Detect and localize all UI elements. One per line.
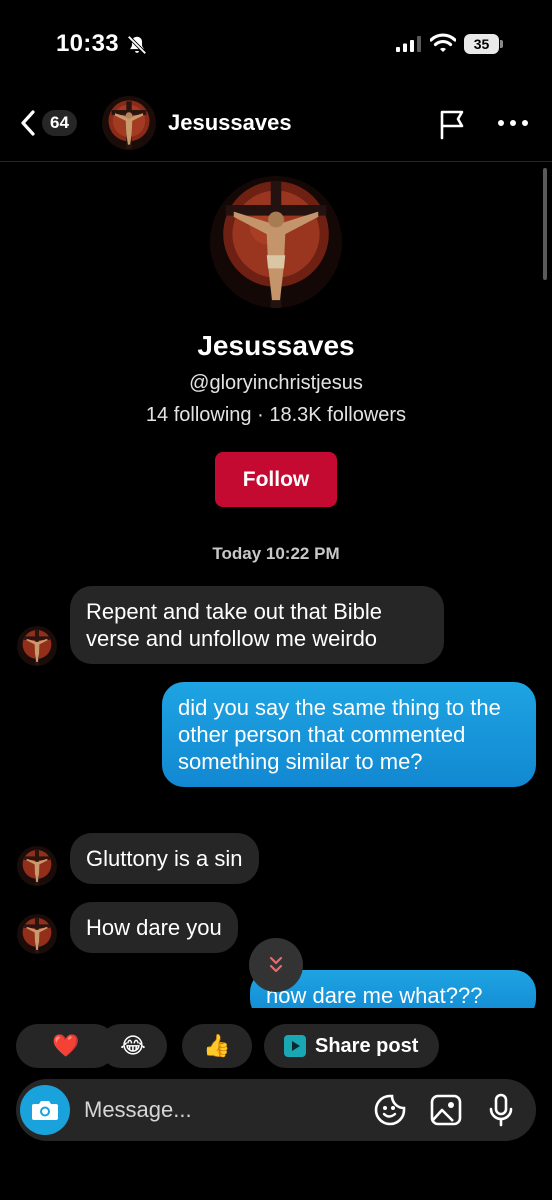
profile-avatar[interactable]: [210, 176, 342, 308]
unread-count-badge[interactable]: 64: [42, 110, 77, 136]
cellular-signal-icon: [396, 36, 421, 52]
reaction-thumbs-up[interactable]: 👍: [182, 1024, 252, 1068]
message-bubble-incoming[interactable]: How dare you: [70, 902, 238, 953]
header-avatar[interactable]: [102, 96, 156, 150]
profile-handle: @gloryinchristjesus: [189, 372, 363, 394]
message-composer: [16, 1079, 536, 1141]
profile-stats[interactable]: 14 following · 18.3K followers: [0, 404, 552, 427]
thumbs-up-emoji: 👍: [203, 1033, 231, 1058]
crucifix-profile-image: [210, 176, 342, 308]
scroll-to-bottom-button[interactable]: [249, 938, 303, 992]
crucifix-avatar-image: [102, 96, 156, 150]
bell-slash-icon: [127, 35, 147, 55]
wifi-icon: [430, 33, 456, 52]
battery-icon: 35: [464, 34, 504, 54]
sender-avatar[interactable]: [17, 626, 57, 666]
message-bubble-incoming[interactable]: Repent and take out that Bible verse and…: [70, 586, 444, 664]
share-post-icon: [284, 1035, 306, 1057]
camera-icon: [32, 1101, 58, 1120]
double-chevron-down-icon: [269, 956, 283, 973]
microphone-icon[interactable]: [484, 1093, 518, 1127]
status-bar: 10:33 35: [0, 0, 552, 90]
message-bubble-incoming[interactable]: Gluttony is a sin: [70, 833, 259, 884]
battery-level: 35: [464, 34, 499, 54]
crucifix-avatar-image: [17, 626, 57, 666]
message-bubble-outgoing[interactable]: did you say the same thing to the other …: [162, 682, 536, 787]
share-post-button[interactable]: Share post: [264, 1024, 439, 1068]
flag-icon[interactable]: [438, 108, 468, 140]
camera-button[interactable]: [20, 1085, 70, 1135]
sender-avatar[interactable]: [17, 846, 57, 886]
conversation-timestamp: Today 10:22 PM: [212, 544, 340, 563]
sender-avatar[interactable]: [17, 914, 57, 954]
chat-header: 64 Jesussaves: [0, 90, 552, 162]
profile-display-name: Jesussaves: [197, 330, 355, 361]
status-time: 10:33: [56, 30, 119, 57]
header-username[interactable]: Jesussaves: [168, 110, 292, 136]
back-chevron-icon[interactable]: [18, 108, 38, 138]
gallery-icon[interactable]: [429, 1093, 463, 1127]
sticker-icon[interactable]: [373, 1093, 407, 1127]
reaction-laugh[interactable]: 😂: [99, 1024, 167, 1068]
scrollbar[interactable]: [543, 168, 547, 280]
heart-emoji: ❤️: [52, 1033, 80, 1058]
follow-button[interactable]: Follow: [215, 452, 337, 507]
crucifix-avatar-image: [17, 914, 57, 954]
share-post-label: Share post: [315, 1034, 419, 1057]
more-dots-icon[interactable]: [496, 114, 530, 132]
crucifix-avatar-image: [17, 846, 57, 886]
message-input[interactable]: [84, 1091, 354, 1129]
laugh-emoji: 😂: [120, 1033, 146, 1058]
